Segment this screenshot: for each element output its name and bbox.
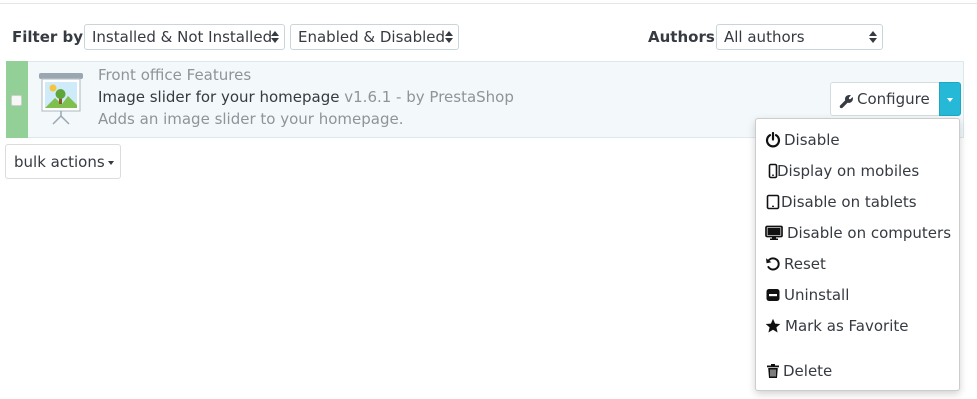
trash-icon	[767, 364, 779, 378]
module-category: Front office Features	[98, 66, 252, 84]
caret-down-icon	[108, 161, 114, 165]
tablet-icon	[766, 194, 780, 210]
star-icon	[765, 318, 781, 333]
menu-item-disable-computers[interactable]: Disable on computers	[756, 221, 959, 247]
module-title-line: Image slider for your homepage v1.6.1 - …	[98, 88, 514, 106]
undo-icon	[766, 257, 780, 271]
install-status-select[interactable]: Installed & Not Installed	[84, 24, 285, 50]
menu-item-mark-favorite[interactable]: Mark as Favorite	[756, 314, 959, 340]
menu-item-uninstall[interactable]: Uninstall	[756, 283, 959, 309]
filter-by-label: Filter by	[12, 28, 84, 46]
menu-item-reset[interactable]: Reset	[756, 252, 959, 278]
menu-item-label: Disable on computers	[787, 224, 952, 242]
select-arrows-icon	[445, 29, 453, 45]
module-actions-menu: Disable Display on mobiles Disable on ta…	[755, 118, 960, 391]
module-status-strip	[6, 61, 28, 138]
minus-square-icon	[766, 289, 780, 301]
menu-item-disable[interactable]: Disable	[756, 128, 959, 154]
wrench-icon	[839, 95, 853, 109]
menu-item-label: Disable	[784, 131, 840, 149]
module-version-author: v1.6.1 - by PrestaShop	[344, 88, 514, 106]
menu-item-display-mobiles[interactable]: Display on mobiles	[756, 159, 959, 185]
top-divider	[0, 0, 977, 4]
authors-label: Authors	[648, 28, 715, 46]
menu-item-label: Reset	[784, 255, 826, 273]
module-description: Adds an image slider to your homepage.	[98, 110, 404, 128]
menu-item-delete[interactable]: Delete	[756, 359, 959, 385]
module-select-checkbox[interactable]	[11, 95, 22, 106]
image-slider-icon	[39, 73, 83, 125]
menu-item-label: Display on mobiles	[777, 162, 920, 180]
module-name: Image slider for your homepage	[98, 88, 340, 106]
configure-label: Configure	[857, 90, 930, 108]
menu-item-label: Disable on tablets	[781, 193, 917, 211]
select-arrows-icon	[869, 29, 877, 45]
power-icon	[765, 132, 781, 148]
menu-item-label: Mark as Favorite	[785, 317, 909, 335]
menu-item-label: Delete	[783, 362, 833, 380]
desktop-icon	[765, 225, 783, 240]
authors-select[interactable]: All authors	[716, 24, 883, 50]
enabled-status-select[interactable]: Enabled & Disabled	[290, 24, 459, 50]
filter-bar: Filter by Installed & Not Installed Enab…	[0, 23, 977, 55]
actions-dropdown-toggle[interactable]	[939, 82, 961, 116]
menu-item-label: Uninstall	[784, 286, 850, 304]
enabled-status-value: Enabled & Disabled	[298, 28, 446, 46]
bulk-actions-button[interactable]: bulk actions	[5, 144, 121, 179]
select-arrows-icon	[271, 29, 279, 45]
menu-item-disable-tablets[interactable]: Disable on tablets	[756, 190, 959, 216]
authors-value: All authors	[724, 28, 805, 46]
configure-button[interactable]: Configure	[830, 82, 945, 116]
install-status-value: Installed & Not Installed	[92, 28, 273, 46]
bulk-actions-label: bulk actions	[14, 153, 105, 171]
